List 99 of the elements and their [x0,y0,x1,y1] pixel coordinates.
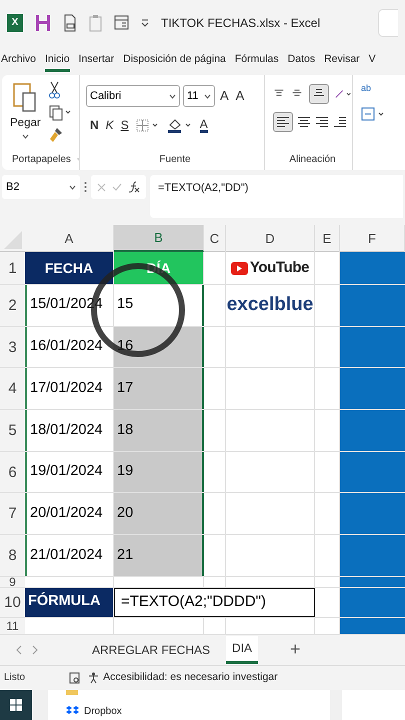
filled-cell [340,535,405,576]
row-header[interactable]: 10 [0,588,25,617]
italic-button[interactable]: K [106,116,114,134]
paste-icon[interactable] [13,81,38,113]
windows-icon [10,698,22,711]
ribbon-tab[interactable]: Fórmulas [234,48,279,72]
row-header[interactable]: 8 [0,535,25,576]
bold-button[interactable]: N [90,116,99,134]
fill-color-icon[interactable] [166,118,193,132]
clipboard-icon[interactable] [89,14,102,32]
ribbon-tab[interactable]: Revisar [324,48,360,72]
column-header[interactable]: B [114,225,204,252]
increase-font-button[interactable]: A [218,86,231,106]
orientation-icon[interactable] [334,88,352,100]
print-preview-icon[interactable] [63,14,77,32]
font-size-field[interactable]: 11 [183,85,215,107]
cut-icon[interactable] [48,81,60,99]
dropdown-icon[interactable] [69,184,76,190]
align-center-icon[interactable] [297,116,311,128]
app-logo: X [7,14,23,32]
formula-field[interactable]: =TEXTO(A2,"DD") [150,175,403,218]
table-cell: 18 [114,410,204,451]
accessibility-icon[interactable] [88,672,100,684]
filled-cell [340,285,405,326]
filled-cell [340,588,405,617]
window-title: TIKTOK FECHAS.xlsx - Excel [161,14,320,32]
name-box[interactable]: B2 [2,175,80,199]
ribbon-tab[interactable]: Insertar [78,48,114,72]
align-left-icon[interactable] [276,116,290,128]
form-icon[interactable] [114,15,129,30]
font-color-button[interactable]: A [200,118,208,132]
table-header-cell: FECHA [25,252,114,284]
align-left-button[interactable] [273,112,293,132]
copy-icon[interactable] [48,105,71,121]
merge-icon[interactable] [361,107,385,121]
customize-icon[interactable] [141,18,149,26]
column-header[interactable]: C [204,225,226,252]
ribbon-tab[interactable]: Disposición de página [123,48,226,72]
filled-cell [340,576,405,587]
filled-cell [340,618,405,634]
play-icon [230,262,248,274]
sheet-tab[interactable]: ARREGLAR FECHAS [86,636,216,664]
logo-text: YouTube [250,258,310,278]
row-header[interactable]: 1 [0,252,25,284]
status-text: Listo [4,671,26,686]
group-label: Portapapeles [12,152,71,166]
folder-item[interactable]: Dropbox [84,704,122,719]
underline-button[interactable]: S [120,116,129,134]
column-header[interactable]: E [315,225,340,252]
table-cell: 21 [114,535,204,576]
table-header-cell: FÓRMULA [25,588,114,617]
row-header[interactable]: 11 [0,618,25,634]
row-header[interactable]: 2 [0,285,25,326]
format-painter-icon[interactable] [48,127,63,143]
dropdown-icon[interactable] [169,94,176,98]
filled-cell [340,326,405,368]
folder-icon [66,690,78,695]
row-header[interactable]: 5 [0,410,25,451]
ribbon-tab[interactable]: Inicio [45,48,70,72]
filled-cell [340,410,405,451]
ribbon-tab[interactable]: V [368,48,376,72]
row-header[interactable]: 6 [0,452,25,492]
paste-button[interactable]: Pegar [10,115,41,132]
table-cell: 19 [114,452,204,492]
align-right-icon[interactable] [315,116,329,128]
decrease-font-button[interactable]: A [234,86,246,106]
filled-cell [340,452,405,492]
dropdown-icon[interactable] [22,134,29,140]
indent-decrease-icon[interactable] [333,116,347,128]
brand-text: excelblue [226,285,315,326]
row-header[interactable]: 3 [0,326,25,368]
filled-cell [340,493,405,534]
macro-icon[interactable] [69,672,80,684]
formula-text-cell: =TEXTO(A2;"DDDD") [114,588,315,617]
group-label: Fuente [159,152,191,166]
filled-cell [340,252,405,284]
filled-cell [340,368,405,410]
table-cell: 20 [114,493,204,534]
next-sheet-icon[interactable] [32,644,38,655]
previous-sheet-icon[interactable] [16,644,22,655]
font-name-field[interactable]: Calibri [86,85,180,107]
function-icon[interactable] [128,181,140,193]
row-header[interactable]: 4 [0,368,25,410]
borders-icon[interactable] [136,118,160,132]
row-header[interactable]: 9 [0,576,25,587]
ribbon-tab[interactable]: Datos [288,48,316,72]
sheet-tab[interactable]: DIA [226,636,258,664]
align-bottom-button[interactable] [308,84,329,104]
column-header[interactable]: D [226,225,315,252]
dropdown-icon[interactable] [204,94,211,98]
group-label: Alineación [289,152,336,166]
row-header[interactable]: 7 [0,493,25,534]
start-button[interactable] [0,690,32,720]
add-sheet-button[interactable]: + [290,636,301,664]
wrap-text-button[interactable]: ab [361,83,385,93]
table-cell: 17 [114,368,204,410]
accessibility-status[interactable]: Accesibilidad: es necesario investigar [103,670,278,686]
ribbon-tab[interactable]: Archivo [1,48,36,72]
search-field[interactable] [378,8,398,36]
